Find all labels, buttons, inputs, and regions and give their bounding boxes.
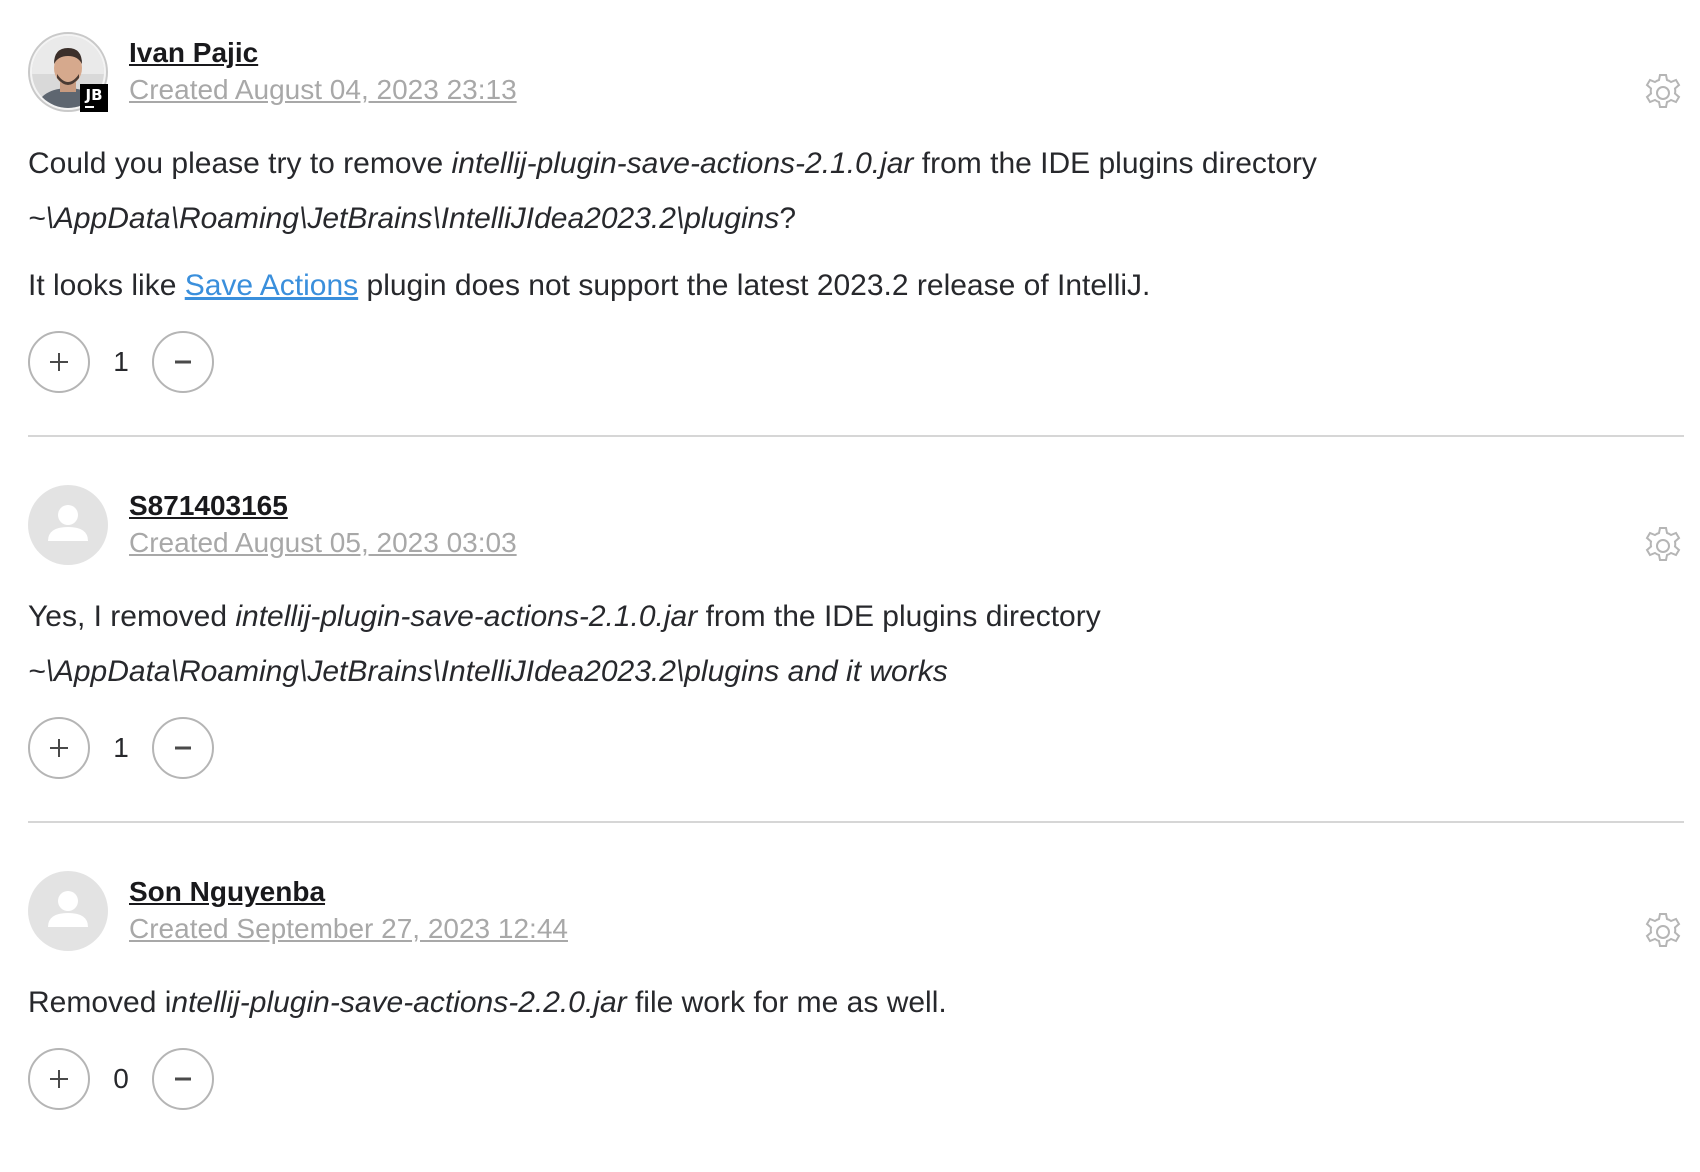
user-silhouette-icon — [48, 505, 88, 541]
jetbrains-badge: JB — [80, 84, 108, 112]
gear-icon[interactable] — [1642, 72, 1684, 114]
save-actions-link[interactable]: Save Actions — [185, 269, 358, 302]
text-span: It looks like — [28, 269, 185, 302]
comment-paragraph: Removed intellij-plugin-save-actions-2.2… — [28, 975, 1684, 1030]
upvote-button[interactable] — [28, 331, 90, 393]
comment-meta: Son Nguyenba Created September 27, 2023 … — [129, 874, 568, 948]
comment-header: S871403165 Created August 05, 2023 03:03 — [28, 485, 1684, 565]
file-name: ntellij-plugin-save-actions-2.2.0.jar — [171, 986, 627, 1019]
comment-meta: Ivan Pajic Created August 04, 2023 23:13 — [129, 35, 517, 109]
vote-controls: 1 — [28, 717, 1684, 779]
minus-icon — [175, 1077, 191, 1081]
gear-icon[interactable] — [1642, 525, 1684, 567]
comment-paragraph: Yes, I removed intellij-plugin-save-acti… — [28, 589, 1684, 699]
file-name: intellij-plugin-save-actions-2.1.0.jar — [235, 600, 698, 633]
vote-controls: 0 — [28, 1048, 1684, 1110]
upvote-button[interactable] — [28, 1048, 90, 1110]
comment-body: Yes, I removed intellij-plugin-save-acti… — [28, 589, 1684, 699]
comment-item: S871403165 Created August 05, 2023 03:03… — [28, 485, 1684, 823]
comment-paragraph: Could you please try to remove intellij-… — [28, 136, 1684, 246]
vote-count: 0 — [113, 1063, 129, 1094]
comment-header: JB Ivan Pajic Created August 04, 2023 23… — [28, 32, 1684, 112]
comment-paragraph: It looks like Save Actions plugin does n… — [28, 258, 1684, 313]
file-name: intellij-plugin-save-actions-2.1.0.jar — [451, 147, 914, 180]
text-span: from the IDE plugins directory — [697, 600, 1101, 633]
downvote-button[interactable] — [152, 1048, 214, 1110]
text-span: from the IDE plugins directory — [913, 147, 1317, 180]
text-span: ? — [779, 202, 796, 235]
vote-controls: 1 — [28, 331, 1684, 393]
plus-icon — [50, 1070, 68, 1088]
minus-icon — [175, 746, 191, 750]
avatar[interactable] — [28, 871, 108, 951]
comment-header: Son Nguyenba Created September 27, 2023 … — [28, 871, 1684, 951]
user-silhouette-icon — [48, 891, 88, 927]
text-span: Could you please try to remove — [28, 147, 452, 180]
comment-list: JB Ivan Pajic Created August 04, 2023 23… — [28, 32, 1684, 1152]
comment-date[interactable]: Created August 05, 2023 03:03 — [129, 524, 517, 562]
vote-count: 1 — [113, 346, 129, 377]
avatar[interactable]: JB — [28, 32, 108, 112]
plus-icon — [50, 739, 68, 757]
comment-body: Removed intellij-plugin-save-actions-2.2… — [28, 975, 1684, 1030]
gear-icon[interactable] — [1642, 911, 1684, 953]
author-name[interactable]: S871403165 — [129, 488, 517, 524]
directory-path: ~\AppData\Roaming\JetBrains\IntelliJIdea… — [28, 655, 948, 688]
comment-meta: S871403165 Created August 05, 2023 03:03 — [129, 488, 517, 562]
upvote-button[interactable] — [28, 717, 90, 779]
comment-item: JB Ivan Pajic Created August 04, 2023 23… — [28, 32, 1684, 437]
author-name[interactable]: Ivan Pajic — [129, 35, 517, 71]
avatar[interactable] — [28, 485, 108, 565]
text-span: file work for me as well. — [626, 986, 947, 1019]
text-span: plugin does not support the latest 2023.… — [358, 269, 1151, 302]
vote-count: 1 — [113, 732, 129, 763]
comment-date[interactable]: Created September 27, 2023 12:44 — [129, 910, 568, 948]
minus-icon — [175, 360, 191, 364]
comment-body: Could you please try to remove intellij-… — [28, 136, 1684, 313]
plus-icon — [50, 353, 68, 371]
comment-item: Son Nguyenba Created September 27, 2023 … — [28, 871, 1684, 1152]
comment-date[interactable]: Created August 04, 2023 23:13 — [129, 71, 517, 109]
downvote-button[interactable] — [152, 331, 214, 393]
author-name[interactable]: Son Nguyenba — [129, 874, 568, 910]
text-span: Removed i — [28, 986, 172, 1019]
directory-path: ~\AppData\Roaming\JetBrains\IntelliJIdea… — [28, 202, 780, 235]
text-span: Yes, I removed — [28, 600, 236, 633]
downvote-button[interactable] — [152, 717, 214, 779]
